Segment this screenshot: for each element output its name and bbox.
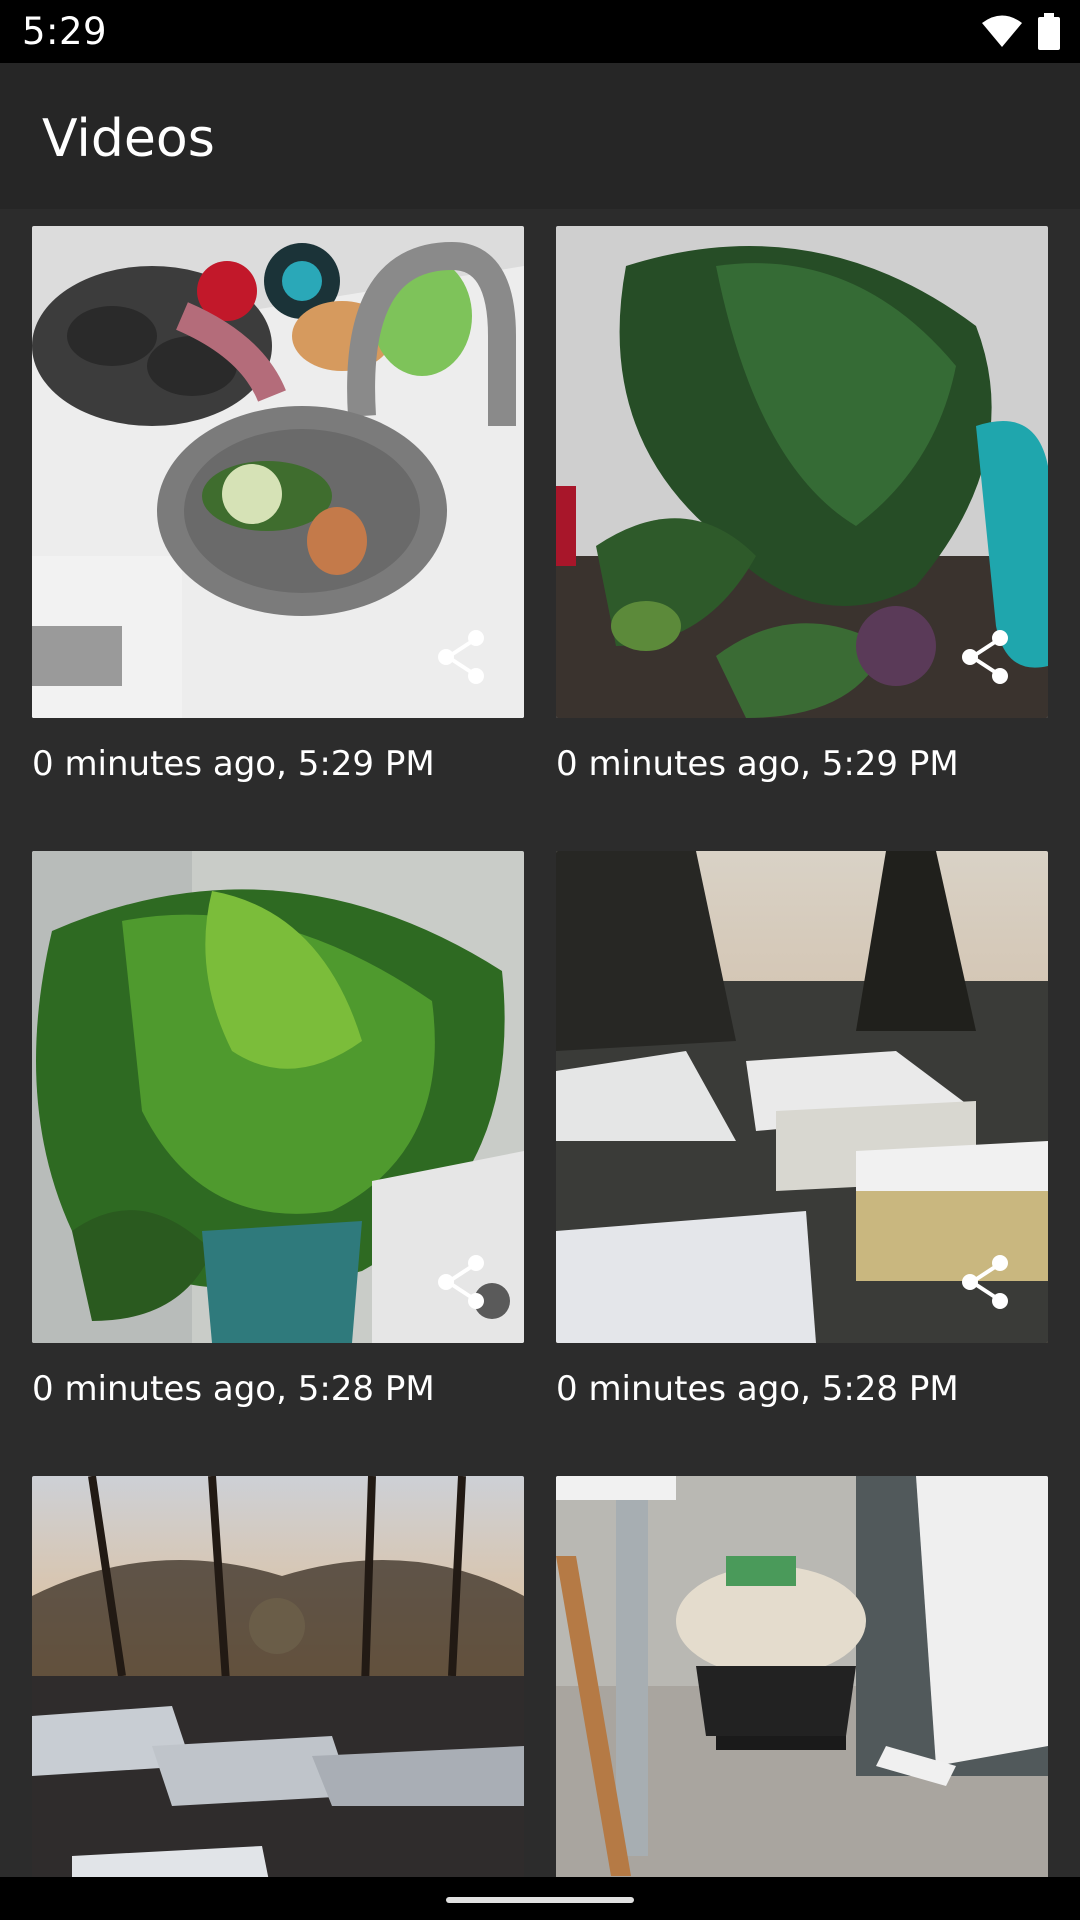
share-icon[interactable] bbox=[434, 628, 488, 686]
page-title: Videos bbox=[42, 109, 215, 169]
video-thumbnail[interactable] bbox=[32, 851, 524, 1343]
wifi-icon bbox=[982, 15, 1022, 47]
video-thumbnail[interactable] bbox=[32, 1476, 524, 1877]
video-caption: 0 minutes ago, 5:29 PM bbox=[556, 744, 959, 784]
video-thumbnail-image bbox=[32, 1476, 524, 1877]
battery-icon bbox=[1038, 13, 1060, 50]
video-thumbnail[interactable] bbox=[556, 1476, 1048, 1877]
share-icon[interactable] bbox=[958, 628, 1012, 686]
navigation-bar bbox=[0, 1877, 1080, 1920]
video-grid[interactable]: 0 minutes ago, 5:29 PM 0 minutes ago, 5:… bbox=[0, 209, 1080, 1877]
video-caption: 0 minutes ago, 5:28 PM bbox=[32, 1369, 435, 1409]
status-time: 5:29 bbox=[22, 10, 108, 53]
share-icon[interactable] bbox=[958, 1253, 1012, 1311]
video-thumbnail[interactable] bbox=[556, 226, 1048, 718]
app-bar: Videos bbox=[0, 63, 1080, 209]
video-caption: 0 minutes ago, 5:29 PM bbox=[32, 744, 435, 784]
share-icon[interactable] bbox=[434, 1253, 488, 1311]
video-thumbnail[interactable] bbox=[32, 226, 524, 718]
video-caption: 0 minutes ago, 5:28 PM bbox=[556, 1369, 959, 1409]
home-gesture-handle[interactable] bbox=[446, 1897, 634, 1903]
status-bar: 5:29 bbox=[0, 0, 1080, 63]
video-thumbnail-image bbox=[556, 1476, 1048, 1877]
video-thumbnail[interactable] bbox=[556, 851, 1048, 1343]
